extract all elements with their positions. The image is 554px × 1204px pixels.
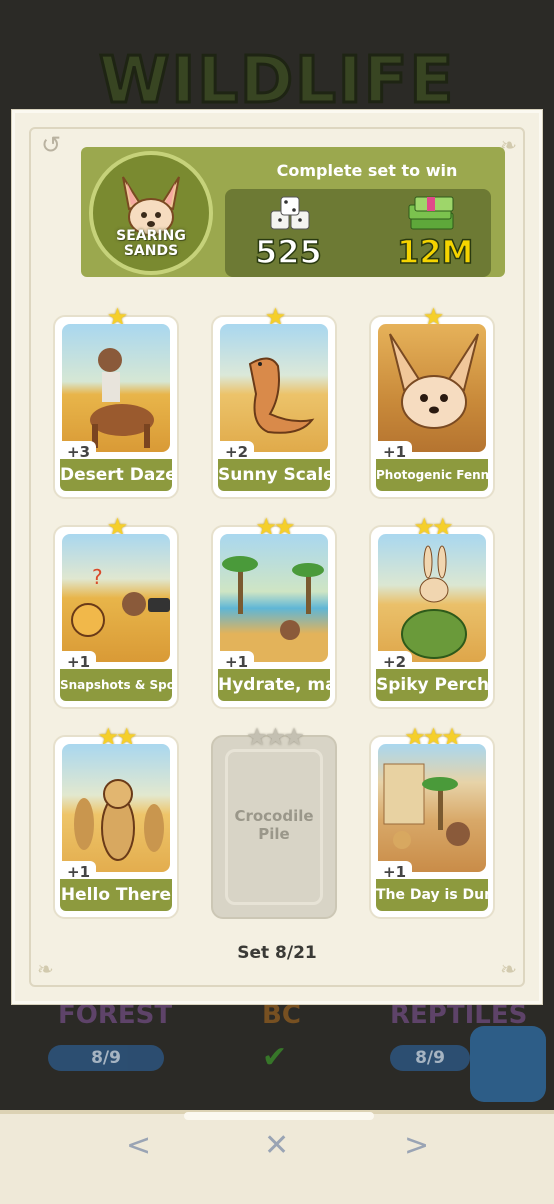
album-reptiles-progress: 8/9 xyxy=(390,1045,470,1071)
reward-cash-amount: 12M xyxy=(396,232,474,272)
card-art xyxy=(378,744,486,872)
oasis-icon xyxy=(222,556,324,640)
card-spiky-perch[interactable]: ★★ +2 Spiky Perch xyxy=(369,513,495,709)
set-name: SEARING SANDS xyxy=(116,228,186,259)
fennec-fox-icon xyxy=(389,333,479,429)
album-forest-label: FOREST xyxy=(58,1000,173,1030)
card-crocodile-pile-locked[interactable]: ★★★ Crocodile Pile xyxy=(211,723,337,919)
complete-set-text: Complete set to win xyxy=(276,161,458,180)
set-counter: Set 8/21 xyxy=(237,943,317,963)
bottom-nav: < ✕ > xyxy=(0,1110,554,1204)
reward-dice-amount: 525 xyxy=(254,232,322,272)
card-art xyxy=(62,324,170,452)
close-icon[interactable]: ✕ xyxy=(264,1128,289,1163)
cash-stack-icon xyxy=(408,196,454,230)
dice-icon[interactable] xyxy=(470,1026,546,1102)
nav-highlight xyxy=(184,1112,374,1120)
card-name: Photogenic Fennec xyxy=(376,459,488,491)
market-scene-icon xyxy=(383,763,470,849)
card-name: Hello There xyxy=(60,879,172,911)
card-stars: ★★★ xyxy=(246,723,305,751)
set-detail-card: ❧ ❧ ❧ ↺ SEARING SANDS Complete set to wi… xyxy=(12,110,542,1004)
card-art xyxy=(220,324,328,452)
reward-box: 525 12M xyxy=(225,189,491,277)
card-name: Spiky Perch xyxy=(376,669,488,701)
album-forest-progress: 8/9 xyxy=(48,1045,164,1071)
chevron-left-icon[interactable]: < xyxy=(126,1128,151,1163)
check-icon: ✔ xyxy=(262,1040,288,1075)
card-hydrate-mate[interactable]: ★★ +1 Hydrate, mate! xyxy=(211,513,337,709)
card-art xyxy=(62,744,170,872)
svg-text:?: ? xyxy=(92,565,103,589)
card-name: The Day is Dune xyxy=(376,879,488,911)
card-sunny-scales[interactable]: ★ +2 Sunny Scales xyxy=(211,303,337,499)
card-the-day-is-dune[interactable]: ★★★ +1 The Day is Dune xyxy=(369,723,495,919)
card-name: Crocodile Pile xyxy=(234,807,314,843)
album-bc-label: BC xyxy=(262,1000,301,1030)
card-name: Sunny Scales xyxy=(218,459,330,491)
lizard-icon xyxy=(248,357,315,434)
history-icon[interactable]: ↺ xyxy=(41,131,61,159)
meerkats-icon xyxy=(74,779,164,861)
card-art xyxy=(378,324,486,452)
card-snapshots-spots[interactable]: ★ ? +1 Snapshots & Spots xyxy=(53,513,179,709)
chevron-right-icon[interactable]: > xyxy=(404,1128,429,1163)
card-name: Hydrate, mate! xyxy=(218,669,330,701)
camel-rider-icon xyxy=(90,348,154,448)
dice-stack-icon xyxy=(270,196,310,230)
card-desert-daze[interactable]: ★ +3 Desert Daze xyxy=(53,303,179,499)
card-hello-there[interactable]: ★★ +1 Hello There xyxy=(53,723,179,919)
card-art: ? xyxy=(62,534,170,662)
card-art xyxy=(220,534,328,662)
set-badge: SEARING SANDS xyxy=(89,151,213,275)
card-name: Snapshots & Spots xyxy=(60,669,172,701)
album-title: WILDLIFE xyxy=(97,43,456,120)
card-art xyxy=(378,534,486,662)
card-name: Desert Daze xyxy=(60,459,172,491)
card-photogenic-fennec[interactable]: ★ +1 Photogenic Fennec xyxy=(369,303,495,499)
jerboa-cactus-icon xyxy=(401,545,467,659)
photographer-cheetah-icon: ? xyxy=(71,565,170,637)
